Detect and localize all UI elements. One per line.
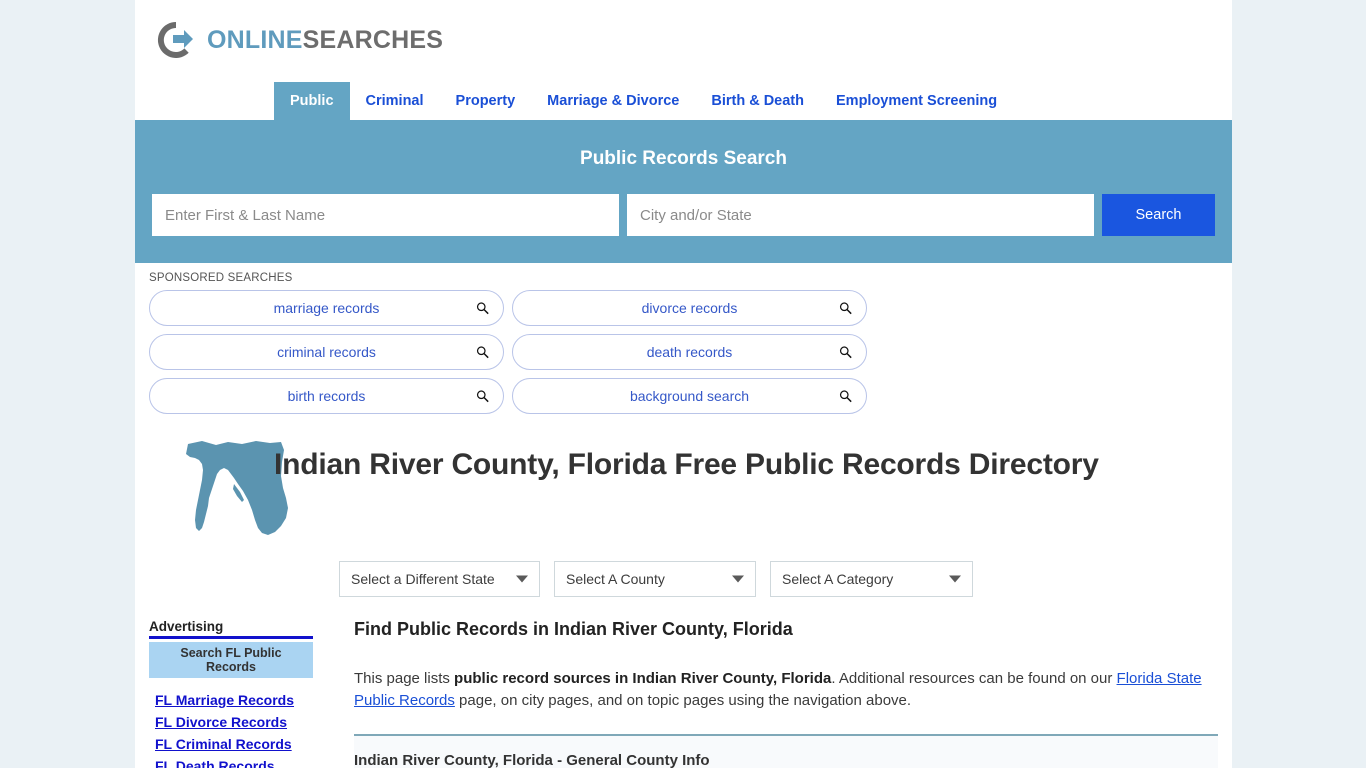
sponsored-pill-background-search[interactable]: background search — [512, 378, 867, 414]
pill-label: background search — [629, 388, 750, 404]
search-icon — [476, 390, 489, 403]
nav-item-marriage-divorce[interactable]: Marriage & Divorce — [531, 82, 695, 120]
page-title-block: Indian River County, Florida Free Public… — [135, 420, 1232, 551]
sponsored-pill-criminal-records[interactable]: criminal records — [149, 334, 504, 370]
sponsored-searches: SPONSORED SEARCHES marriage records divo… — [135, 263, 1232, 420]
general-county-info-heading: Indian River County, Florida - General C… — [354, 736, 1218, 768]
search-fl-public-records-promo[interactable]: Search FL Public Records — [149, 642, 313, 678]
sidebar-link-fl-death-records[interactable]: FL Death Records — [149, 755, 339, 768]
search-icon — [476, 346, 489, 359]
pill-label: criminal records — [277, 344, 376, 360]
pill-label: marriage records — [273, 300, 380, 316]
page-root: ONLINESEARCHES Public Criminal Property … — [0, 0, 1366, 768]
search-form: Search — [152, 194, 1215, 236]
site-container: ONLINESEARCHES Public Criminal Property … — [135, 0, 1232, 768]
state-select[interactable]: Select a Different State — [339, 561, 540, 597]
sponsored-searches-label: SPONSORED SEARCHES — [149, 272, 293, 284]
circle-arrow-logo-icon — [154, 18, 198, 62]
main-content: Find Public Records in Indian River Coun… — [339, 619, 1218, 768]
logo-wordmark: ONLINESEARCHES — [207, 26, 443, 55]
sidebar-link-fl-marriage-records[interactable]: FL Marriage Records — [149, 689, 339, 711]
search-name-input[interactable] — [152, 194, 619, 236]
category-select[interactable]: Select A Category — [770, 561, 973, 597]
advertising-sidebar: Advertising Search FL Public Records FL … — [149, 619, 339, 768]
site-header: ONLINESEARCHES — [135, 0, 1232, 82]
site-logo[interactable]: ONLINESEARCHES — [154, 18, 443, 62]
nav-item-employment-screening[interactable]: Employment Screening — [820, 82, 1013, 120]
sponsored-pill-divorce-records[interactable]: divorce records — [512, 290, 867, 326]
sidebar-link-fl-criminal-records[interactable]: FL Criminal Records — [149, 733, 339, 755]
sidebar-link-fl-divorce-records[interactable]: FL Divorce Records — [149, 711, 339, 733]
logo-text-online: ONLINE — [207, 25, 303, 54]
paragraph-tail: page, on city pages, and on topic pages … — [454, 692, 912, 709]
pill-label: birth records — [287, 388, 366, 404]
pill-label: death records — [646, 344, 733, 360]
advertising-heading: Advertising — [149, 619, 313, 639]
search-icon — [476, 302, 489, 315]
search-icon — [839, 346, 852, 359]
section-title: Find Public Records in Indian River Coun… — [354, 619, 793, 639]
nav-item-property[interactable]: Property — [440, 82, 532, 120]
pill-label: divorce records — [641, 300, 738, 316]
sponsored-pill-death-records[interactable]: death records — [512, 334, 867, 370]
chevron-down-icon — [516, 575, 528, 583]
nav-item-public[interactable]: Public — [274, 82, 350, 120]
search-location-input[interactable] — [627, 194, 1094, 236]
logo-text-searches: SEARCHES — [302, 25, 444, 54]
county-select[interactable]: Select A County — [554, 561, 756, 597]
sponsored-pill-grid: marriage records divorce records crimina… — [149, 290, 1218, 414]
banner-title: Public Records Search — [580, 148, 787, 169]
paragraph-mid: . Additional resources can be found on o… — [831, 670, 1117, 687]
content-area: Advertising Search FL Public Records FL … — [135, 597, 1232, 768]
filter-select-row: Select a Different State Select A County… — [135, 551, 1232, 597]
chevron-down-icon — [732, 575, 744, 583]
advertising-link-list: FL Marriage Records FL Divorce Records F… — [149, 689, 339, 768]
sponsored-pill-marriage-records[interactable]: marriage records — [149, 290, 504, 326]
category-select-value: Select A Category — [782, 571, 894, 587]
nav-item-criminal[interactable]: Criminal — [350, 82, 440, 120]
chevron-down-icon — [949, 575, 961, 583]
florida-state-map-icon — [149, 430, 288, 551]
intro-paragraph: This page lists public record sources in… — [354, 668, 1218, 712]
public-records-search-banner: Public Records Search Search — [135, 124, 1232, 263]
paragraph-bold: public record sources in Indian River Co… — [454, 670, 832, 687]
state-select-value: Select a Different State — [351, 571, 495, 587]
nav-item-birth-death[interactable]: Birth & Death — [695, 82, 820, 120]
search-icon — [839, 302, 852, 315]
search-icon — [839, 390, 852, 403]
page-title: Indian River County, Florida Free Public… — [274, 448, 1099, 481]
main-navigation: Public Criminal Property Marriage & Divo… — [135, 82, 1232, 124]
search-submit-button[interactable]: Search — [1102, 194, 1215, 236]
county-select-value: Select A County — [566, 571, 665, 587]
sponsored-pill-birth-records[interactable]: birth records — [149, 378, 504, 414]
paragraph-lead: This page lists — [354, 670, 455, 687]
